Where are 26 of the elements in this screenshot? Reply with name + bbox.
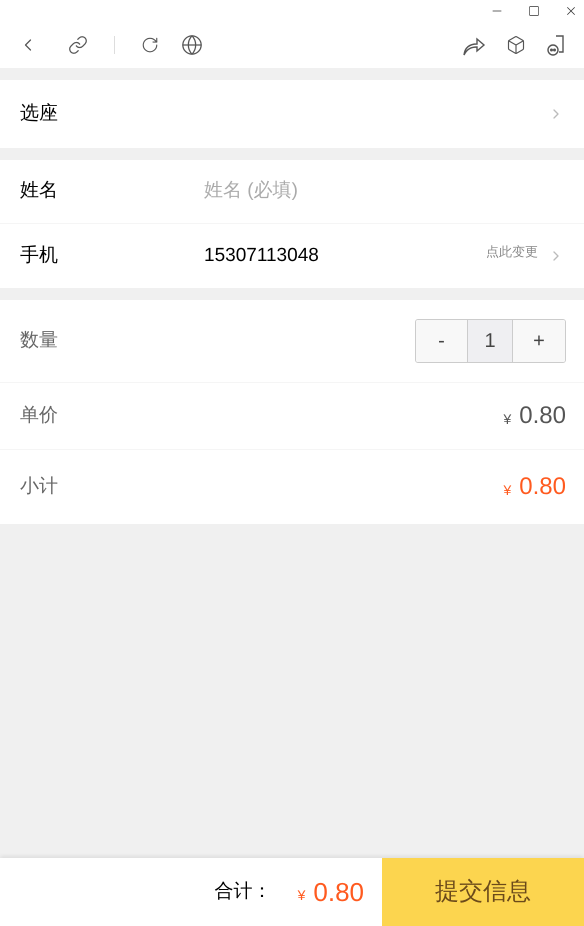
globe-icon[interactable] xyxy=(181,34,203,56)
quantity-value: 1 xyxy=(467,320,513,362)
maximize-icon[interactable] xyxy=(528,5,540,17)
unit-price: 0.80 xyxy=(519,401,566,431)
submit-button[interactable]: 提交信息 xyxy=(382,858,584,926)
refresh-icon[interactable] xyxy=(141,36,159,54)
cube-icon[interactable] xyxy=(506,35,526,55)
currency-symbol: ¥ xyxy=(298,886,306,904)
link-icon[interactable] xyxy=(68,35,88,55)
field-label: 数量 xyxy=(20,328,58,353)
close-icon[interactable] xyxy=(564,4,578,18)
currency-symbol: ¥ xyxy=(503,480,512,500)
increment-button[interactable]: + xyxy=(513,320,565,362)
subtotal-price: 0.80 xyxy=(519,472,566,502)
seat-row[interactable]: 选座 xyxy=(0,80,584,148)
decrement-button[interactable]: - xyxy=(416,320,467,362)
field-label: 单价 xyxy=(20,404,58,428)
field-label: 小计 xyxy=(20,474,58,499)
name-input[interactable]: 姓名 (必填) xyxy=(204,177,564,206)
change-link[interactable]: 点此变更 xyxy=(486,242,538,262)
field-label: 姓名 xyxy=(20,179,59,204)
currency-symbol: ¥ xyxy=(503,410,512,428)
phone-value: 15307113048 xyxy=(204,244,319,268)
field-label: 手机 xyxy=(20,244,59,268)
total-price: 0.80 xyxy=(313,876,364,908)
total-label: 合计： xyxy=(214,880,272,904)
